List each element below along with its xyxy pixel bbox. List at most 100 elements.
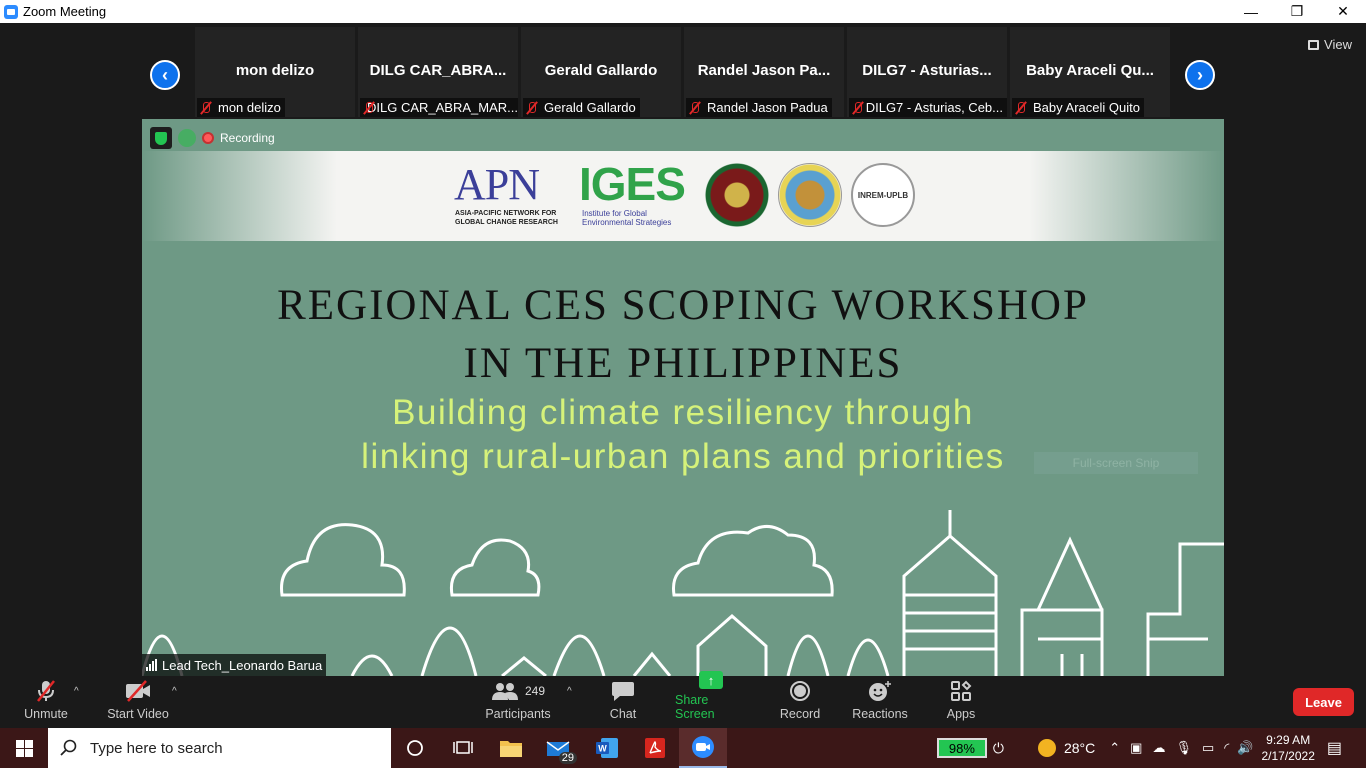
search-icon [60, 739, 77, 756]
reactions-button[interactable]: Reactions [852, 676, 908, 728]
share-screen-icon: ↑ [699, 671, 723, 689]
participant-label: mon delizo [197, 98, 285, 117]
gallery-next-button[interactable]: › [1185, 60, 1215, 90]
window-titlebar: Zoom Meeting — ❐ ✕ [0, 0, 1366, 23]
leave-button[interactable]: Leave [1293, 688, 1354, 716]
clock[interactable]: 9:29 AM 2/17/2022 [1261, 732, 1314, 764]
video-off-icon [124, 679, 152, 703]
participant-tile[interactable]: mon delizo mon delizo [195, 27, 355, 117]
recording-dot-icon [202, 132, 214, 144]
taskbar-zoom[interactable] [679, 728, 727, 768]
temperature[interactable]: 28°C [1064, 740, 1095, 756]
philippines-seal-logo [778, 163, 842, 227]
participants-icon: 249 [491, 679, 545, 703]
battery-icon[interactable]: ▭ [1202, 740, 1214, 756]
encryption-shield-icon[interactable] [150, 127, 172, 149]
cloud-icon [280, 523, 406, 597]
city-illustration [142, 510, 1224, 676]
snip-overlay: Full-screen Snip [1034, 452, 1198, 474]
zoom-app-icon [4, 4, 18, 19]
gallery-prev-button[interactable]: ‹ [150, 60, 180, 90]
taskbar-file-explorer[interactable] [487, 728, 535, 768]
chevron-up-icon[interactable]: ⌃ [1109, 740, 1120, 756]
recording-label: Recording [220, 131, 275, 145]
participant-name: mon delizo [235, 62, 315, 79]
unmute-button[interactable]: Unmute [22, 676, 70, 728]
windows-taskbar: Type here to search 29 W 98% ⏻ 28°C ⌃ ▣ … [0, 728, 1366, 768]
wifi-icon[interactable]: ◜ [1224, 740, 1229, 756]
video-options-caret[interactable]: ^ [172, 686, 177, 697]
weather-icon[interactable] [1037, 739, 1056, 757]
participants-button[interactable]: 249 Participants [484, 676, 552, 728]
participant-name: Gerald Gallardo [544, 62, 658, 79]
taskbar-acrobat[interactable] [631, 728, 679, 768]
participant-label: Baby Araceli Quito [1012, 98, 1144, 117]
participant-tile[interactable]: Gerald Gallardo Gerald Gallardo [521, 27, 681, 117]
cortana-button[interactable] [391, 728, 439, 768]
svg-text:W: W [598, 744, 607, 754]
meeting-toolbar: Unmute ^ Start Video ^ 249 Participants … [0, 671, 1366, 728]
audio-options-caret[interactable]: ^ [74, 686, 79, 697]
active-speaker-label: Lead Tech_Leonardo Barua [142, 654, 327, 676]
participant-tile[interactable]: Randel Jason Pa... Randel Jason Padua [684, 27, 844, 117]
participants-options-caret[interactable]: ^ [567, 686, 572, 697]
word-icon: W [596, 738, 618, 758]
participant-label: Randel Jason Padua [686, 98, 832, 117]
apn-logo-subtitle: ASIA-PACIFIC NETWORK FOR GLOBAL CHANGE RE… [455, 210, 558, 226]
shared-screen: APN ASIA-PACIFIC NETWORK FOR GLOBAL CHANG… [142, 119, 1224, 676]
chat-icon [611, 679, 635, 703]
view-button[interactable]: View [1308, 37, 1352, 52]
chat-button[interactable]: Chat [605, 676, 641, 728]
iges-logo: IGES [579, 158, 686, 210]
inrem-uplb-logo: INREM-UPLB [851, 163, 915, 227]
participant-name: DILG7 - Asturias... [862, 62, 992, 79]
mic-muted-icon [525, 101, 539, 115]
close-button[interactable]: ✕ [1320, 0, 1366, 23]
grid-icon [1308, 39, 1320, 50]
maximize-button[interactable]: ❐ [1274, 0, 1320, 23]
battery-indicator[interactable]: 98% [936, 738, 987, 758]
microphone-icon[interactable]: 🎙 [1175, 740, 1192, 756]
mic-muted-icon [199, 101, 213, 115]
notifications-icon[interactable]: ▤ [1327, 738, 1342, 758]
participant-name: Randel Jason Pa... [697, 62, 831, 79]
taskbar-search[interactable]: Type here to search [48, 728, 391, 768]
taskbar-word[interactable]: W [583, 728, 631, 768]
recording-indicator: Recording [150, 127, 275, 149]
tower-icon [1020, 536, 1104, 676]
cloud-icon [672, 525, 834, 597]
start-button[interactable] [0, 728, 48, 768]
connection-icon [178, 129, 196, 147]
record-button[interactable]: Record [780, 676, 820, 728]
participant-tile[interactable]: Baby Araceli Qu... Baby Araceli Quito [1010, 27, 1170, 117]
participant-label: Gerald Gallardo [523, 98, 640, 117]
participants-count: 249 [524, 684, 546, 698]
speaker-icon[interactable]: 🔊 [1237, 740, 1253, 756]
mic-muted-icon [34, 679, 58, 703]
building-icon [1146, 542, 1224, 676]
window-title: Zoom Meeting [23, 4, 107, 19]
building-icon [902, 510, 998, 676]
minimize-button[interactable]: — [1228, 0, 1274, 23]
acrobat-icon [645, 738, 665, 758]
task-view-button[interactable] [439, 728, 487, 768]
record-icon [789, 679, 811, 703]
plug-icon: ⏻ [992, 739, 1004, 756]
participant-name: DILG CAR_ABRA... [369, 62, 507, 79]
start-video-button[interactable]: Start Video [106, 676, 170, 728]
participant-tile[interactable]: DILG7 - Asturias... DILG7 - Asturias, Ce… [847, 27, 1007, 117]
share-screen-button[interactable]: ↑ Share Screen [675, 671, 747, 728]
emoji-plus-icon [868, 679, 892, 703]
onedrive-icon[interactable]: ☁ [1152, 740, 1165, 756]
signal-bars-icon [146, 659, 157, 671]
taskbar-mail[interactable]: 29 [535, 728, 583, 768]
participant-tile[interactable]: DILG CAR_ABRA... DILG CAR_ABRA_MAR... [358, 27, 518, 117]
apn-logo: APN [454, 160, 540, 209]
slide-title: REGIONAL CES SCOPING WORKSHOP IN THE PHI… [277, 282, 1089, 387]
mic-muted-icon [851, 101, 862, 115]
meet-now-icon[interactable]: ▣ [1130, 740, 1142, 756]
participant-label: DILG7 - Asturias, Ceb... [849, 98, 1007, 117]
apps-button[interactable]: Apps [944, 676, 978, 728]
university-seal-logo [705, 163, 769, 227]
mic-muted-icon [688, 101, 702, 115]
